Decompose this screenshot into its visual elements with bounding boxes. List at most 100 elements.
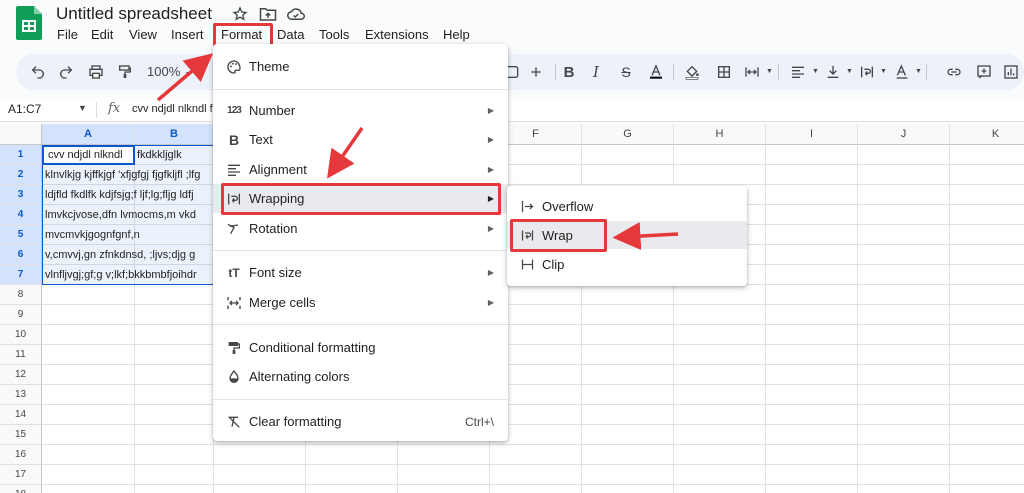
move-folder-icon[interactable]	[258, 4, 278, 24]
row-header-10[interactable]: 10	[0, 325, 42, 345]
star-icon[interactable]	[230, 4, 250, 24]
row-header-9[interactable]: 9	[0, 305, 42, 325]
submenu-item-clip[interactable]: Clip	[507, 250, 747, 278]
submenu-arrow-icon: ▶	[487, 106, 494, 115]
print-icon[interactable]	[84, 60, 108, 84]
undo-icon[interactable]	[26, 60, 50, 84]
format-menu: Theme 123 Number ▶ B Text ▶ Alignment ▶ …	[213, 44, 508, 441]
menu-item-number[interactable]: 123 Number ▶	[213, 96, 508, 125]
fill-color-icon[interactable]	[680, 60, 704, 84]
menu-item-font-size[interactable]: tT Font size ▶	[213, 258, 508, 287]
increase-font-size-icon[interactable]	[524, 60, 548, 84]
row-header-11[interactable]: 11	[0, 345, 42, 365]
merge-cells-icon	[225, 294, 243, 312]
zoom-select[interactable]: 100% ▼	[147, 64, 192, 79]
row-header-5[interactable]: 5	[0, 225, 42, 245]
column-header-j[interactable]: J	[858, 124, 950, 145]
column-header-h[interactable]: H	[674, 124, 766, 145]
row-header-12[interactable]: 12	[0, 365, 42, 385]
cell-a7[interactable]: vlnfljvgj;gf;g v;lkf;bkkbmbfjoihdr	[45, 265, 215, 285]
text-wrapping-icon	[225, 190, 243, 208]
cell-a5[interactable]: mvcmvkjgognfgnf,n	[45, 225, 140, 245]
menu-item-clear-formatting[interactable]: Clear formatting Ctrl+\	[213, 407, 508, 436]
submenu-item-overflow[interactable]: Overflow	[507, 192, 747, 220]
menu-item-alternating-colors[interactable]: Alternating colors	[213, 362, 508, 391]
horizontal-align-icon[interactable]	[786, 60, 810, 84]
toolbar: 100% ▼ B I S ▼ ▼ ▼ ▼ ▼	[16, 54, 1024, 90]
row-header-2[interactable]: 2	[0, 165, 42, 185]
row-header-4[interactable]: 4	[0, 205, 42, 225]
color-drop-icon	[225, 368, 243, 386]
submenu-item-wrap[interactable]: Wrap	[507, 221, 747, 249]
menu-format[interactable]: Format	[221, 27, 262, 42]
menu-tools[interactable]: Tools	[319, 27, 349, 42]
redo-icon[interactable]	[54, 60, 78, 84]
menu-item-rotation[interactable]: Rotation ▶	[213, 214, 508, 243]
cell-a4[interactable]: lmvkcjvose,dfn lvmocms,m vkd	[45, 205, 215, 225]
row-header-18[interactable]: 18	[0, 485, 42, 493]
column-header-k[interactable]: K	[950, 124, 1024, 145]
row-header-7[interactable]: 7	[0, 265, 42, 285]
name-box[interactable]: A1:C7	[8, 102, 41, 116]
menu-extensions[interactable]: Extensions	[365, 27, 429, 42]
insert-link-icon[interactable]	[942, 60, 966, 84]
merge-cells-icon[interactable]	[740, 60, 764, 84]
menu-item-alignment[interactable]: Alignment ▶	[213, 155, 508, 184]
bold-icon[interactable]: B	[557, 60, 581, 84]
cell-a1[interactable]: cvv ndjdl nlkndl	[48, 145, 123, 165]
menu-item-theme[interactable]: Theme	[213, 52, 508, 81]
menu-item-merge-cells[interactable]: Merge cells ▶	[213, 288, 508, 317]
column-header-b[interactable]: B	[135, 124, 214, 145]
text-color-icon[interactable]	[644, 60, 668, 84]
name-box-dropdown-icon[interactable]: ▼	[78, 103, 87, 113]
title-bar: Untitled spreadsheet File Edit View Inse…	[0, 0, 1024, 52]
row-header-13[interactable]: 13	[0, 385, 42, 405]
vertical-align-icon[interactable]	[821, 60, 845, 84]
cell-b1[interactable]: fkdkkljglk	[137, 145, 182, 165]
clip-icon	[519, 256, 535, 272]
menu-edit[interactable]: Edit	[91, 27, 113, 42]
menu-insert[interactable]: Insert	[171, 27, 204, 42]
menu-item-text[interactable]: B Text ▶	[213, 125, 508, 154]
cell-a6[interactable]: v,cmvvj,gn zfnkdnsd, ;ljvs;djg g	[45, 245, 215, 265]
clear-formatting-icon	[225, 413, 243, 431]
sheets-logo-icon[interactable]	[16, 6, 42, 40]
fx-icon: fx	[108, 101, 121, 116]
font-size-icon: tT	[228, 265, 240, 280]
insert-chart-icon[interactable]	[999, 60, 1023, 84]
menu-view[interactable]: View	[129, 27, 157, 42]
menu-help[interactable]: Help	[443, 27, 470, 42]
row-header-3[interactable]: 3	[0, 185, 42, 205]
row-header-1[interactable]: 1	[0, 145, 42, 165]
menu-data[interactable]: Data	[277, 27, 304, 42]
column-header-a[interactable]: A	[42, 124, 135, 145]
paint-format-icon[interactable]	[113, 60, 137, 84]
strikethrough-icon[interactable]: S	[614, 60, 638, 84]
formula-input[interactable]: cvv ndjdl nlkndl f	[132, 103, 213, 115]
document-title[interactable]: Untitled spreadsheet	[56, 4, 212, 24]
italic-icon[interactable]: I	[584, 60, 608, 84]
menu-item-wrapping[interactable]: Wrapping ▶	[213, 184, 508, 213]
row-header-6[interactable]: 6	[0, 245, 42, 265]
text-rotation-icon[interactable]	[890, 60, 914, 84]
row-header-8[interactable]: 8	[0, 285, 42, 305]
row-header-16[interactable]: 16	[0, 445, 42, 465]
paint-roller-icon	[225, 339, 243, 357]
cell-a3[interactable]: ldjfld fkdlfk kdjfsjg;f ljf;lg;fljg ldfj	[45, 185, 215, 205]
row-header-14[interactable]: 14	[0, 405, 42, 425]
cell-a2[interactable]: klnvlkjg kjffkjgf 'xfjgfgj fjgfkljfl ;lf…	[45, 165, 215, 185]
insert-comment-icon[interactable]	[972, 60, 996, 84]
text-wrapping-icon[interactable]	[855, 60, 879, 84]
column-header-g[interactable]: G	[582, 124, 674, 145]
menu-item-conditional-formatting[interactable]: Conditional formatting	[213, 333, 508, 362]
row-header-17[interactable]: 17	[0, 465, 42, 485]
column-header-i[interactable]: I	[766, 124, 858, 145]
menu-file[interactable]: File	[57, 27, 78, 42]
select-all-corner[interactable]	[0, 124, 42, 145]
row-header-15[interactable]: 15	[0, 425, 42, 445]
borders-icon[interactable]	[712, 60, 736, 84]
shortcut-label: Ctrl+\	[464, 414, 494, 429]
rotation-icon	[225, 220, 243, 238]
cloud-status-icon[interactable]	[286, 4, 306, 24]
spreadsheet-grid[interactable]: ABCDEFGHIJK 123456789101112131415161718 …	[0, 124, 1024, 493]
